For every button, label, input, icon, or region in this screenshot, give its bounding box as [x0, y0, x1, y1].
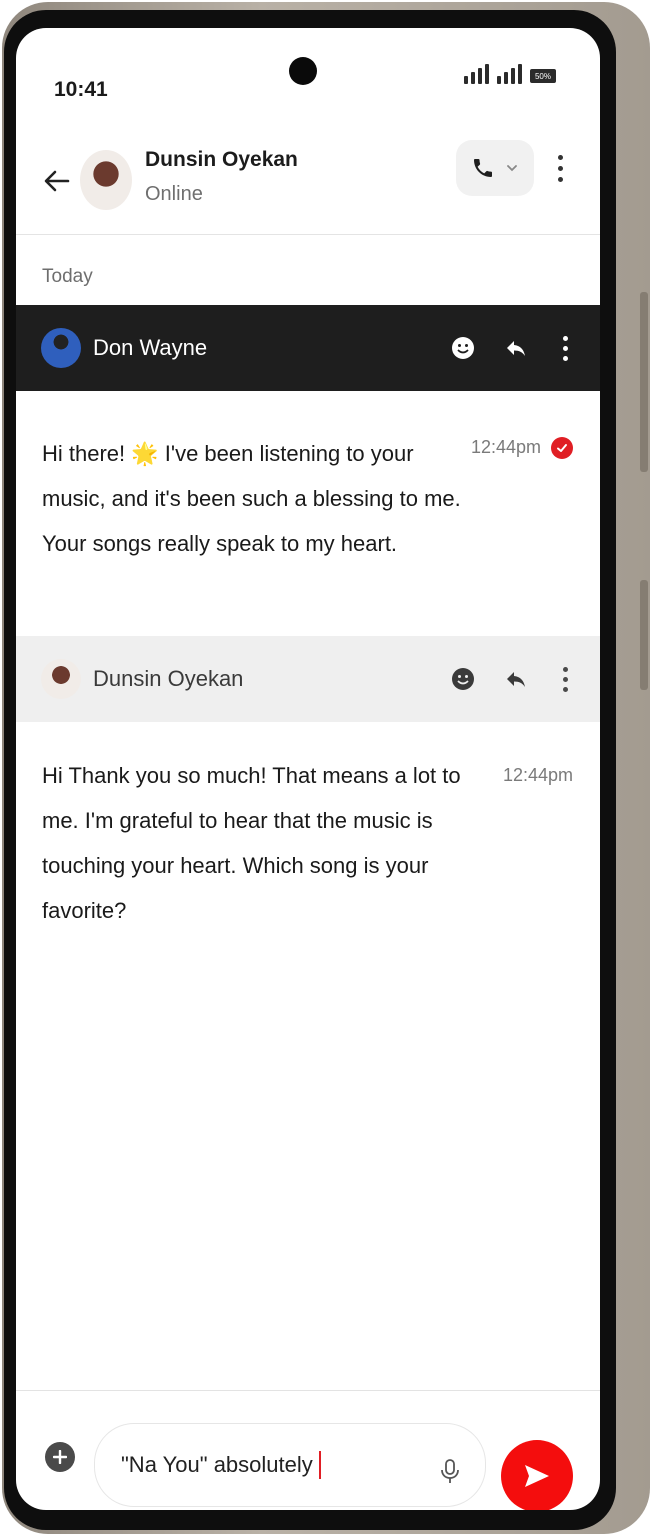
message-text: Hi there! 🌟 I've been listening to your …: [42, 441, 461, 556]
send-button[interactable]: [501, 1440, 573, 1510]
message-time: 12:44pm: [471, 437, 542, 457]
message-sender-bar: Don Wayne: [16, 305, 600, 391]
signal-icon: [464, 64, 489, 84]
phone-icon: [474, 159, 492, 177]
sender-avatar[interactable]: [41, 328, 81, 368]
message-text: Hi Thank you so much! That means a lot t…: [42, 763, 461, 923]
more-vertical-icon[interactable]: [555, 335, 575, 361]
contact-name[interactable]: Dunsin Oyekan: [145, 148, 298, 172]
sender-name[interactable]: Dunsin Oyekan: [93, 666, 243, 692]
sender-avatar[interactable]: [41, 659, 81, 699]
status-icons: 50%: [464, 64, 556, 84]
chevron-down-icon: [507, 165, 517, 172]
message-sender-bar: Dunsin Oyekan: [16, 636, 600, 722]
message-time: 12:44pm: [503, 765, 574, 785]
message-input[interactable]: "Na You" absolutely: [94, 1423, 486, 1507]
composer-divider: [16, 1390, 600, 1391]
side-button-volume: [640, 580, 648, 690]
battery-icon: 50%: [530, 69, 556, 83]
text-caret: [318, 1451, 321, 1479]
send-icon: [525, 1465, 549, 1487]
reply-icon[interactable]: [504, 336, 528, 360]
phone-screen: 10:41 50% Dunsin Oyekan Online Today Don…: [16, 28, 600, 1510]
contact-status: Online: [145, 183, 203, 205]
call-button[interactable]: [456, 140, 534, 196]
microphone-icon[interactable]: [439, 1458, 461, 1486]
plus-icon[interactable]: [45, 1442, 75, 1472]
day-separator: Today: [42, 266, 93, 287]
emoji-react-icon[interactable]: [451, 667, 475, 691]
more-vertical-icon[interactable]: [555, 666, 575, 692]
more-vertical-icon[interactable]: [548, 148, 572, 188]
reply-icon[interactable]: [504, 667, 528, 691]
message-input-value[interactable]: "Na You" absolutely: [121, 1452, 313, 1478]
side-button-power: [640, 292, 648, 472]
status-time: 10:41: [54, 78, 108, 101]
contact-avatar[interactable]: [80, 150, 132, 210]
emoji-react-icon[interactable]: [451, 336, 475, 360]
sender-name[interactable]: Don Wayne: [93, 335, 207, 361]
front-camera: [289, 57, 317, 85]
arrow-left-icon[interactable]: [42, 166, 72, 196]
read-receipt-icon: [551, 437, 573, 459]
signal-icon: [497, 64, 522, 84]
